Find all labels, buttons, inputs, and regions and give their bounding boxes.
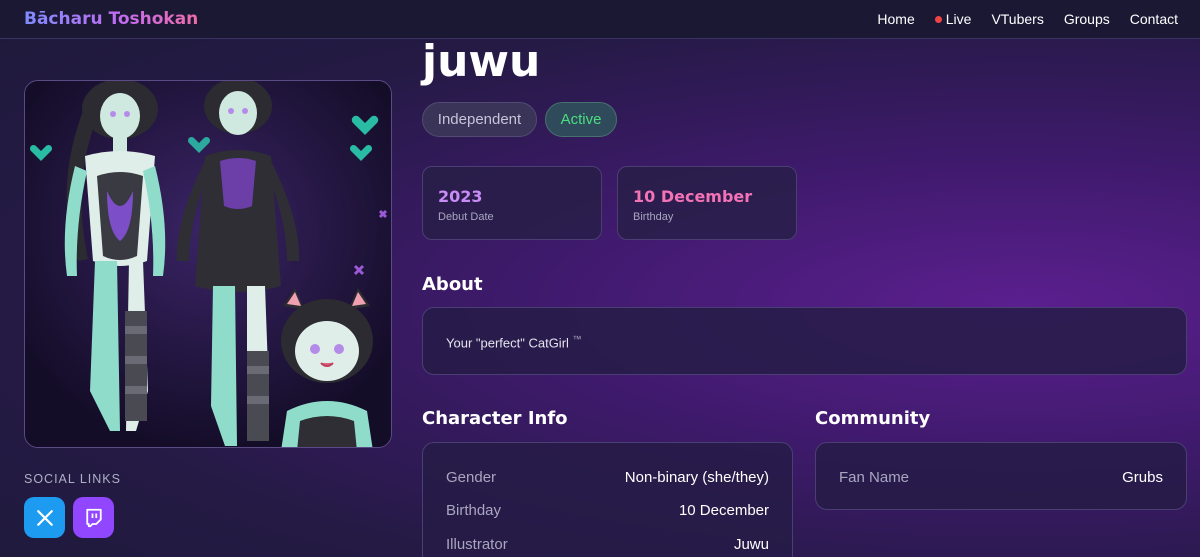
nav-groups-label: Groups: [1063, 11, 1110, 27]
top-nav: Bācharu Toshokan Home Live VTubers Group…: [0, 0, 1200, 39]
twitch-social-button[interactable]: [73, 497, 114, 538]
birthday-label: Birthday: [633, 211, 674, 223]
nav-vtubers-link[interactable]: VTubers: [981, 11, 1053, 27]
nav-groups-link[interactable]: Groups: [1054, 11, 1120, 27]
info-value: Juwu: [733, 535, 769, 553]
tag-independent[interactable]: Independent: [422, 102, 537, 137]
live-indicator-icon: [934, 15, 942, 23]
info-value: Non-binary (she/they): [624, 468, 769, 486]
character-info-card: Gender Non-binary (she/they) Birthday 10…: [422, 442, 793, 557]
character-portrait: [24, 80, 392, 448]
debut-date-label: Debut Date: [438, 211, 494, 223]
character-artwork-image: [25, 81, 391, 447]
debut-date-value: 2023: [438, 187, 483, 206]
community-heading: Community: [815, 408, 931, 429]
about-text-body: Your "perfect" CatGirl: [446, 335, 569, 351]
nav-vtubers-label: VTubers: [991, 11, 1044, 27]
birthday-value: 10 December: [633, 187, 753, 206]
stat-card-birthday: 10 December Birthday: [617, 166, 797, 240]
nav-contact-label: Contact: [1129, 11, 1178, 27]
brand-logo[interactable]: Bācharu Toshokan: [24, 9, 198, 29]
info-row: Fan Name Grubs: [839, 467, 1163, 487]
info-key: Birthday: [446, 501, 502, 519]
stat-card-debut: 2023 Debut Date: [422, 166, 602, 240]
info-row: Gender Non-binary (she/they): [446, 467, 769, 487]
info-key: Illustrator: [446, 535, 508, 553]
x-social-button[interactable]: [24, 497, 65, 538]
character-info-heading: Character Info: [422, 408, 568, 429]
info-value: 10 December: [678, 501, 769, 519]
community-card: Fan Name Grubs: [815, 442, 1187, 510]
profile-name: juwu: [422, 36, 541, 87]
about-heading: About: [422, 274, 483, 295]
trademark-mark: ™: [572, 334, 582, 344]
info-row: Birthday 10 December: [446, 500, 769, 520]
about-text: Your "perfect" CatGirl ™: [446, 334, 582, 350]
x-logo-icon: [36, 509, 53, 526]
nav-live-label: Live: [945, 11, 972, 27]
nav-home-link[interactable]: Home: [867, 11, 924, 27]
twitch-logo-icon: [85, 508, 102, 527]
info-row: Illustrator Juwu: [446, 534, 769, 554]
nav-home-label: Home: [877, 11, 915, 27]
info-key: Fan Name: [839, 468, 910, 486]
nav-links: Home Live VTubers Groups Contact: [867, 11, 1188, 27]
nav-live-link[interactable]: Live: [925, 11, 982, 27]
nav-contact-link[interactable]: Contact: [1120, 11, 1188, 27]
about-card: Your "perfect" CatGirl ™: [422, 307, 1187, 375]
info-key: Gender: [446, 468, 497, 486]
social-links-label: SOCIAL LINKS: [24, 472, 121, 486]
tag-active[interactable]: Active: [545, 102, 617, 137]
info-value: Grubs: [1122, 468, 1163, 486]
